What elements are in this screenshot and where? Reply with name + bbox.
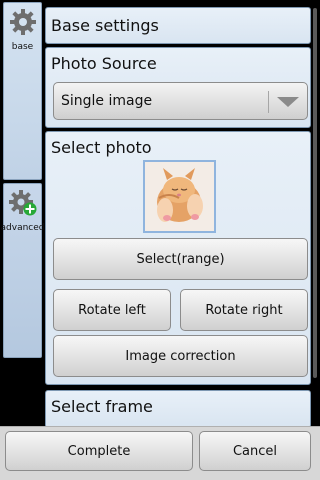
cancel-button[interactable]: Cancel [199, 431, 311, 471]
photo-thumbnail[interactable] [143, 160, 216, 233]
tab-base-label: base [11, 42, 34, 52]
bottom-action-bar: Complete Cancel [0, 426, 320, 480]
photo-source-panel: Photo Source Single image [45, 47, 311, 128]
select-frame-title: Select frame [51, 397, 153, 416]
photo-source-select[interactable]: Single image [53, 82, 308, 120]
tab-column: base advanced [0, 0, 45, 480]
photo-source-title: Photo Source [51, 54, 157, 73]
rotate-right-button[interactable]: Rotate right [180, 289, 308, 331]
dropdown-divider [268, 91, 269, 113]
tab-base[interactable]: base [3, 2, 42, 180]
base-settings-title: Base settings [51, 16, 159, 35]
tab-advanced-label: advanced [0, 223, 45, 233]
photo-source-value: Single image [61, 93, 153, 109]
select-photo-title: Select photo [51, 138, 152, 157]
scrollbar[interactable] [313, 8, 317, 378]
gear-icon [9, 3, 37, 40]
tab-advanced[interactable]: advanced [0, 183, 45, 358]
select-photo-panel: Select photo Select(range) Rotate left R… [45, 131, 311, 385]
base-settings-panel: Base settings [45, 7, 311, 44]
complete-button[interactable]: Complete [5, 431, 193, 471]
kitten-photo-image [145, 162, 214, 231]
image-correction-button[interactable]: Image correction [53, 335, 308, 377]
select-frame-panel[interactable]: Select frame [45, 390, 311, 428]
gear-plus-icon [8, 184, 38, 221]
rotate-left-button[interactable]: Rotate left [53, 289, 171, 331]
select-range-button[interactable]: Select(range) [53, 238, 308, 280]
chevron-down-icon [277, 97, 299, 107]
